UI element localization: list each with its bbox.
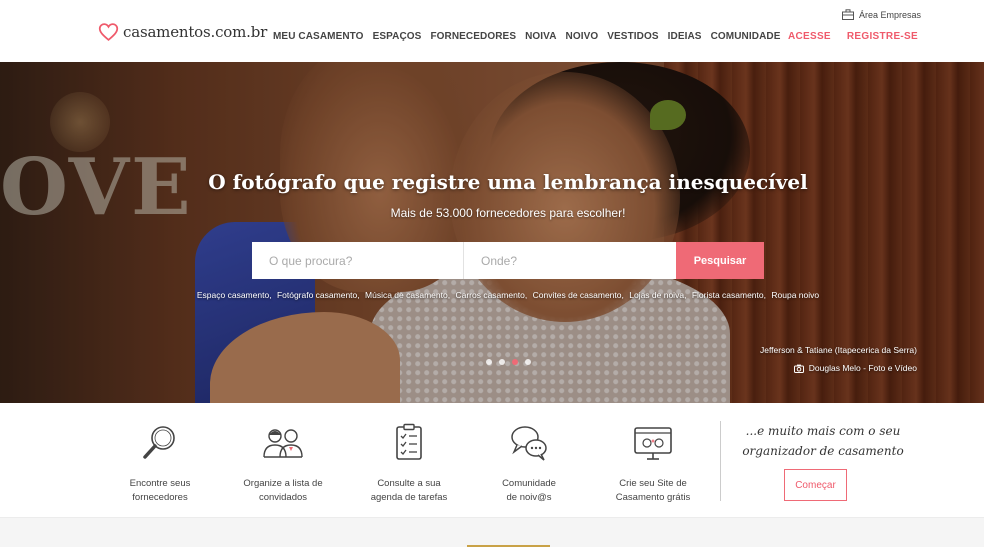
hero-title: O fotógrafo que registre uma lembrança i… [208,170,808,194]
nav-fornecedores[interactable]: Fornecedores [430,31,516,42]
feature-label-line: de noiv@s [506,492,552,503]
guests-icon [263,429,303,458]
features-strip: Encontre seus fornecedores Organize a li… [0,403,984,518]
feature-guest-list[interactable]: Organize a lista de convidados [228,423,338,505]
feature-label-line: Comunidade [502,478,556,489]
feature-label-line: Consulte a sua [377,478,441,489]
hero-banner: OVE O fotógrafo que registre uma lembran… [0,62,984,403]
start-button[interactable]: Começar [784,469,847,501]
popular-link[interactable]: Fotógrafo casamento [277,290,357,300]
hero-subtitle: Mais de 53.000 fornecedores para escolhe… [390,206,626,220]
nav-comunidade[interactable]: Comunidade [711,31,781,42]
credit-photographer-label: Douglas Melo - Foto e Vídeo [808,363,917,373]
credit-photographer[interactable]: Douglas Melo - Foto e Vídeo [760,359,917,377]
popular-searches: Espaço casamento, Fotógrafo casamento, M… [196,290,820,300]
feature-label-line: agenda de tarefas [370,492,448,503]
website-icon [634,427,672,460]
logo-text: casamentos.com.br [123,23,268,41]
feature-wedding-site[interactable]: Crie seu Site de Casamento grátis [598,423,708,505]
feature-label: Comunidade de noiv@s [474,477,584,505]
feature-label: Organize a lista de convidados [228,477,338,505]
popular-link[interactable]: Convites de casamento [533,290,622,300]
site-logo[interactable]: casamentos.com.br [98,22,267,42]
popular-link[interactable]: Música de casamento [365,290,448,300]
feature-community[interactable]: Comunidade de noiv@s [474,423,584,505]
feature-label: Encontre seus fornecedores [105,477,215,505]
login-link[interactable]: ACESSE [788,31,831,42]
nav-ideias[interactable]: Ideias [668,31,702,42]
feature-label-line: Organize a lista de [243,478,323,489]
organizer-tagline: ...e muito mais com o seu organizador de… [738,421,908,461]
nav-espacos[interactable]: Espaços [373,31,422,42]
feature-label-line: fornecedores [132,492,188,503]
briefcase-icon [842,9,854,20]
feature-label: Crie seu Site de Casamento grátis [598,477,708,505]
carousel-dot[interactable] [525,359,531,365]
credit-couple: Jefferson & Tatiane (Itapecerica da Serr… [759,345,917,355]
nav-noiva[interactable]: Noiva [525,31,556,42]
search-what-input[interactable] [252,242,464,279]
popular-link[interactable]: Roupa noivo [771,290,819,300]
carousel-dot[interactable] [512,359,518,365]
nav-noivo[interactable]: Noivo [566,31,599,42]
feature-label-line: Encontre seus [129,478,191,489]
carousel-dots [486,359,531,365]
photo-credit: Jefferson & Tatiane (Itapecerica da Serr… [760,341,917,377]
heart-logo-icon [98,23,119,42]
popular-link[interactable]: Espaço casamento [197,290,269,300]
feature-find-vendors[interactable]: Encontre seus fornecedores [105,423,215,505]
features-divider [720,421,721,501]
area-empresas-label: Área Empresas [859,9,922,20]
popular-link[interactable]: Carros casamento [455,290,524,300]
main-nav: Meu casamento Espaços Fornecedores Noiva… [273,31,780,42]
search-button[interactable]: Pesquisar [676,242,764,279]
checklist-icon [396,423,422,460]
popular-link[interactable]: Lojas de noiva [629,290,684,300]
search-where-input[interactable] [464,242,676,279]
area-empresas-link[interactable]: Área Empresas [842,9,921,20]
tagline-line: ...e muito mais com o seu [745,424,901,438]
feature-checklist[interactable]: Consulte a sua agenda de tarefas [354,423,464,505]
feature-label: Consulte a sua agenda de tarefas [354,477,464,505]
feature-label-line: Casamento grátis [615,492,691,503]
search-form: Pesquisar [252,242,764,279]
feature-label-line: Crie seu Site de [619,478,687,489]
nav-vestidos[interactable]: Vestidos [607,31,658,42]
site-header: casamentos.com.br Meu casamento Espaços … [0,0,984,62]
camera-icon [793,364,804,373]
chat-bubbles-icon [511,426,547,461]
next-section [0,517,984,547]
feature-label-line: convidados [258,492,308,503]
nav-meu-casamento[interactable]: Meu casamento [273,31,364,42]
carousel-dot[interactable] [499,359,505,365]
popular-link[interactable]: Florista casamento [692,290,764,300]
register-link[interactable]: REGISTRE-SE [847,31,918,42]
auth-links: ACESSE REGISTRE-SE [788,31,918,42]
tagline-line: organizador de casamento [742,444,904,458]
magnifier-icon [143,426,175,459]
carousel-dot[interactable] [486,359,492,365]
